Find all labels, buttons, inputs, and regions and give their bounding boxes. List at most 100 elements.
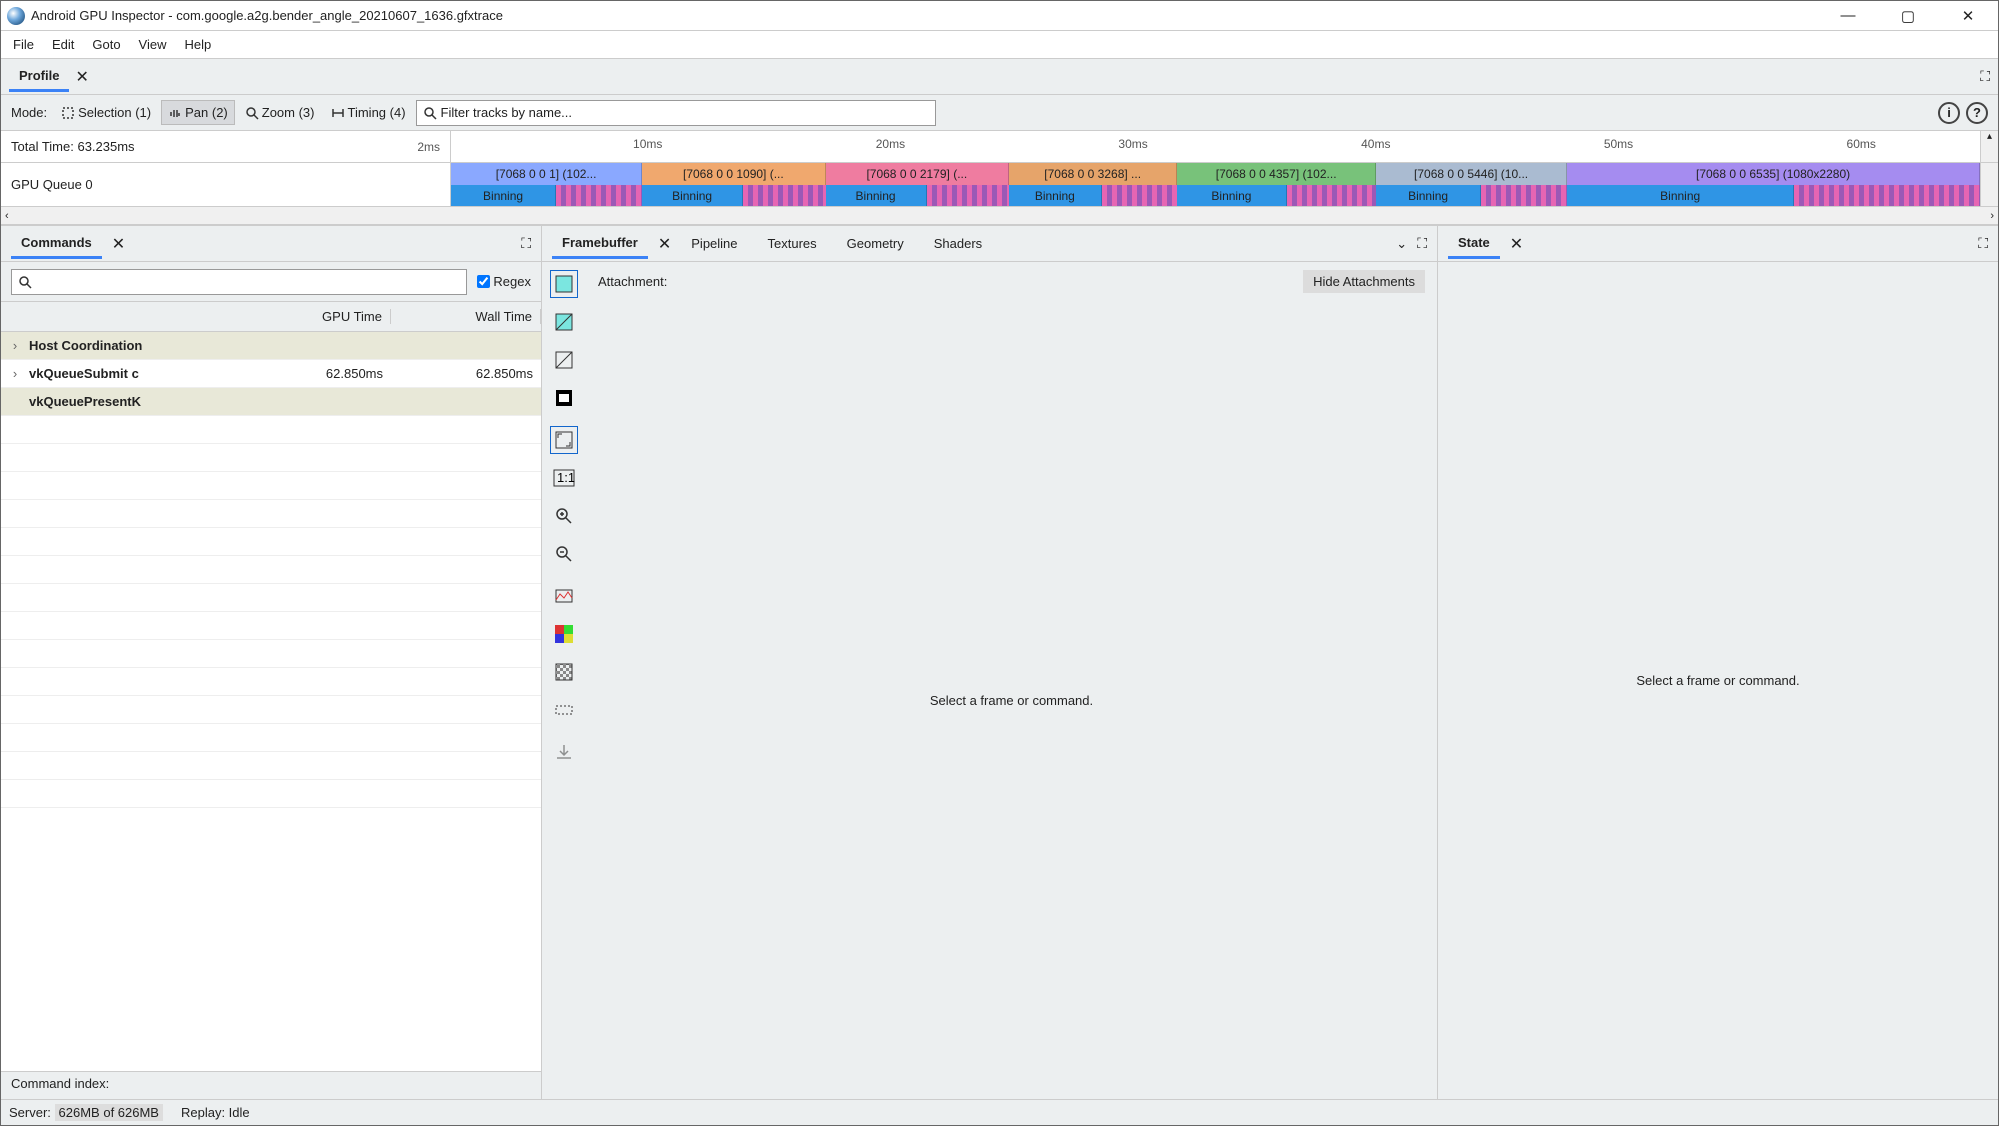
regex-checkbox-input[interactable] — [477, 275, 490, 288]
sub-block-stripes[interactable] — [556, 185, 642, 206]
mode-pan[interactable]: Pan (2) — [161, 100, 235, 125]
tab-textures[interactable]: Textures — [758, 230, 827, 257]
commands-expand-icon[interactable]: ⛶ — [521, 235, 531, 252]
commands-close-icon[interactable]: ✕ — [112, 234, 125, 254]
cmd-block[interactable]: [7068 0 0 3268] ... — [1009, 163, 1177, 185]
mode-selection[interactable]: Selection (1) — [55, 101, 157, 124]
tab-commands[interactable]: Commands — [11, 229, 102, 259]
selection-icon — [61, 106, 75, 120]
framebuffer-close-icon[interactable]: ✕ — [658, 234, 671, 254]
gpu-queue-track[interactable]: [7068 0 0 1] (102...Binning[7068 0 0 109… — [451, 163, 1980, 206]
cmd-block[interactable]: [7068 0 0 1] (102... — [451, 163, 642, 185]
row-wall-time: 62.850ms — [391, 366, 541, 381]
gpu-queue-row: GPU Queue 0 [7068 0 0 1] (102...Binning[… — [1, 163, 1998, 207]
cmd-block[interactable]: [7068 0 0 6535] (1080x2280) — [1567, 163, 1980, 185]
filter-tracks-input[interactable]: Filter tracks by name... — [416, 100, 936, 126]
sub-block-stripes[interactable] — [927, 185, 1010, 206]
framebuffer-panel: Framebuffer ✕ Pipeline Textures Geometry… — [542, 226, 1438, 1099]
ruler-tick: 20ms — [876, 137, 905, 151]
binning-block[interactable]: Binning — [642, 185, 743, 206]
menu-help[interactable]: Help — [179, 33, 218, 56]
color-channel-icon[interactable] — [550, 270, 578, 298]
state-expand-icon[interactable]: ⛶ — [1978, 235, 1988, 252]
tab-shaders[interactable]: Shaders — [924, 230, 992, 257]
table-row-empty — [1, 472, 541, 500]
hide-attachments-button[interactable]: Hide Attachments — [1303, 270, 1425, 293]
regex-checkbox[interactable]: Regex — [477, 274, 531, 289]
sub-block-stripes[interactable] — [743, 185, 826, 206]
binning-block[interactable]: Binning — [1177, 185, 1286, 206]
checker-icon[interactable] — [550, 658, 578, 686]
close-window-button[interactable]: ✕ — [1938, 1, 1998, 31]
crop-icon[interactable] — [550, 696, 578, 724]
menu-view[interactable]: View — [133, 33, 173, 56]
sub-block-stripes[interactable] — [1287, 185, 1376, 206]
timeline-hscroll[interactable]: ‹ › — [1, 207, 1998, 225]
framebuffer-toolcol: 1:1 — [542, 262, 586, 1099]
binning-block[interactable]: Binning — [451, 185, 556, 206]
cmd-block[interactable]: [7068 0 0 1090] (... — [642, 163, 825, 185]
timeline-vscroll[interactable]: ▴ — [1980, 131, 1998, 162]
close-tab-icon[interactable]: ✕ — [75, 67, 88, 87]
cmd-block[interactable]: [7068 0 0 5446] (10... — [1376, 163, 1567, 185]
state-body: Select a frame or command. — [1438, 262, 1998, 1099]
mode-zoom[interactable]: Zoom (3) — [239, 101, 321, 124]
state-close-icon[interactable]: ✕ — [1510, 234, 1523, 254]
table-row[interactable]: ›Host Coordination — [1, 332, 541, 360]
minimize-button[interactable]: — — [1818, 1, 1878, 31]
table-row[interactable]: ›vkQueueSubmit c62.850ms62.850ms — [1, 360, 541, 388]
tab-profile[interactable]: Profile — [9, 62, 69, 92]
table-row-empty — [1, 528, 541, 556]
mode-timing[interactable]: Timing (4) — [325, 101, 412, 124]
one-to-one-icon[interactable]: 1:1 — [550, 464, 578, 492]
binning-block[interactable]: Binning — [1567, 185, 1794, 206]
histogram-icon[interactable] — [550, 582, 578, 610]
col-gpu-time[interactable]: GPU Time — [241, 309, 391, 324]
color-palette-icon[interactable] — [550, 620, 578, 648]
col-wall-time[interactable]: Wall Time — [391, 309, 541, 324]
commands-rows[interactable]: ›Host Coordination›vkQueueSubmit c62.850… — [1, 332, 541, 1071]
cmd-block[interactable]: [7068 0 0 4357] (102... — [1177, 163, 1376, 185]
binning-block[interactable]: Binning — [1376, 185, 1481, 206]
sub-block-stripes[interactable] — [1794, 185, 1980, 206]
framebuffer-expand-icon[interactable]: ⛶ — [1417, 235, 1427, 252]
ruler-tick: 30ms — [1118, 137, 1147, 151]
zoom-in-icon[interactable] — [550, 502, 578, 530]
tab-dropdown-icon[interactable]: ⌄ — [1396, 236, 1407, 252]
maximize-button[interactable]: ▢ — [1878, 1, 1938, 31]
fit-icon[interactable] — [550, 426, 578, 454]
table-row-empty — [1, 780, 541, 808]
zoom-out-icon[interactable] — [550, 540, 578, 568]
table-row-empty — [1, 668, 541, 696]
sub-block-stripes[interactable] — [1102, 185, 1178, 206]
timeline-vscroll-bottom[interactable] — [1980, 163, 1998, 206]
download-icon[interactable] — [550, 738, 578, 766]
scroll-left-icon[interactable]: ‹ — [5, 210, 9, 222]
diagonal1-icon[interactable] — [550, 308, 578, 336]
binning-block[interactable]: Binning — [826, 185, 927, 206]
tab-framebuffer[interactable]: Framebuffer — [552, 229, 648, 259]
menu-goto[interactable]: Goto — [86, 33, 126, 56]
tab-pipeline[interactable]: Pipeline — [681, 230, 747, 257]
binning-block[interactable]: Binning — [1009, 185, 1102, 206]
menu-edit[interactable]: Edit — [46, 33, 80, 56]
expand-icon[interactable]: › — [1, 338, 29, 353]
table-row-empty — [1, 752, 541, 780]
fullscreen-icon[interactable]: ⛶ — [1980, 68, 1990, 85]
attachment-label: Attachment: — [598, 274, 667, 289]
commands-search-input[interactable] — [11, 269, 467, 295]
sub-block-stripes[interactable] — [1481, 185, 1567, 206]
tab-state[interactable]: State — [1448, 229, 1500, 259]
diagonal2-icon[interactable] — [550, 346, 578, 374]
menu-file[interactable]: File — [7, 33, 40, 56]
help-icon[interactable]: ? — [1966, 102, 1988, 124]
tab-geometry[interactable]: Geometry — [837, 230, 914, 257]
ruler-scale[interactable]: 10ms20ms30ms40ms50ms60ms — [451, 131, 1980, 162]
table-row[interactable]: vkQueuePresentK — [1, 388, 541, 416]
framebuffer-head: Framebuffer ✕ Pipeline Textures Geometry… — [542, 226, 1437, 262]
expand-icon[interactable]: › — [1, 366, 29, 381]
info-icon[interactable]: i — [1938, 102, 1960, 124]
cmd-block[interactable]: [7068 0 0 2179] (... — [826, 163, 1009, 185]
scroll-right-icon[interactable]: › — [1990, 210, 1994, 222]
depth-icon[interactable] — [550, 384, 578, 412]
